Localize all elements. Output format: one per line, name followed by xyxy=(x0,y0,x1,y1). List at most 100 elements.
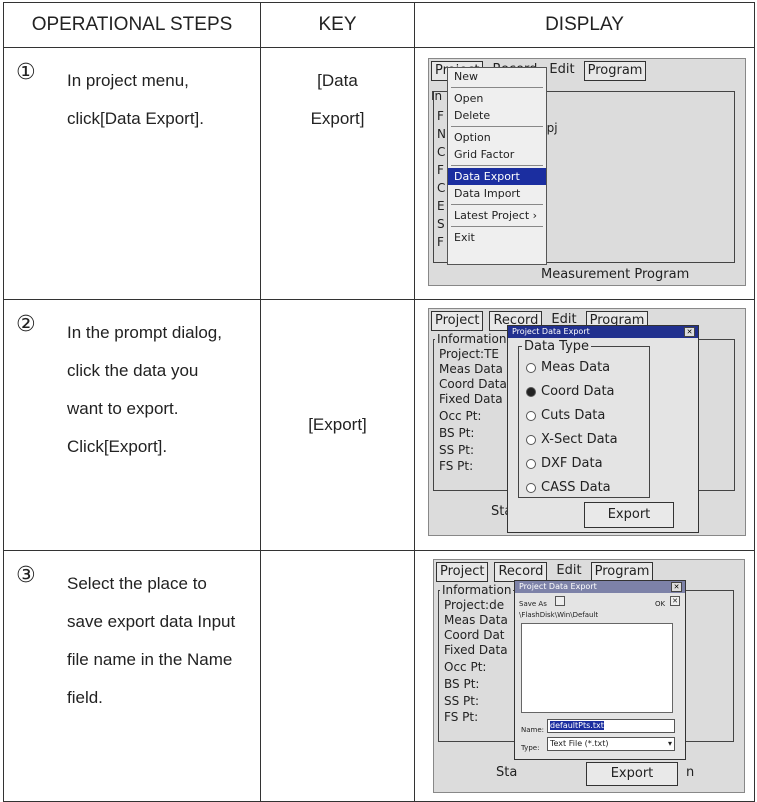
menu-edit[interactable]: Edit xyxy=(553,562,584,582)
menu-item-option[interactable]: Option xyxy=(448,129,546,146)
menu-separator xyxy=(451,165,543,167)
footer-text: Measurement Program xyxy=(541,267,690,283)
menu-item-latest-project[interactable]: Latest Project › xyxy=(448,207,546,224)
menu-item-new[interactable]: New xyxy=(448,68,546,85)
close-icon[interactable]: ✕ xyxy=(671,581,682,592)
info-line: SS Pt: xyxy=(439,443,475,458)
radio-label: DXF Data xyxy=(541,456,603,472)
menu-separator xyxy=(451,204,543,206)
step-1-cell: ① In project menu, click[Data Export]. xyxy=(3,47,261,301)
name-field[interactable]: defaultPts.txt xyxy=(547,718,675,733)
info-line: E xyxy=(437,199,445,214)
header-operational-steps: OPERATIONAL STEPS xyxy=(3,1,261,49)
info-line: Fixed Data xyxy=(439,392,503,407)
step-text: In project menu, click[Data Export]. xyxy=(67,62,259,138)
radio-icon xyxy=(526,458,536,469)
info-line: Coord Dat xyxy=(444,627,505,642)
step-number: ① xyxy=(16,60,36,86)
info-line: F xyxy=(437,109,444,124)
name-label: Name: xyxy=(521,725,545,734)
radio-dxf-data[interactable]: DXF Data xyxy=(526,456,603,471)
info-line: FS Pt: xyxy=(439,459,474,474)
step-line: Select the place to xyxy=(67,573,207,593)
name-value: defaultPts.txt xyxy=(550,720,604,730)
type-value: Text File (*.txt) xyxy=(550,738,609,748)
close-icon[interactable]: ✕ xyxy=(670,595,680,606)
step-number: ② xyxy=(16,312,36,338)
info-line: Occ Pt: xyxy=(444,659,487,674)
step-2-display: Project Record Edit Program Information … xyxy=(414,299,755,551)
folder-up-icon[interactable] xyxy=(555,595,565,606)
info-line: Meas Data xyxy=(439,362,503,377)
radio-label: Cuts Data xyxy=(541,408,606,424)
step-text: Select the place to save export data Inp… xyxy=(67,565,259,717)
menu-record[interactable]: Record xyxy=(494,561,548,582)
step-line: want to export. xyxy=(67,399,179,419)
menu-item-exit[interactable]: Exit xyxy=(448,229,546,246)
dialog-title-bar: Project Data Export ✕ xyxy=(508,326,698,339)
info-line: C xyxy=(437,181,446,196)
device-screen: Project Record Edit Program Information … xyxy=(428,308,746,537)
type-select[interactable]: Text File (*.txt) ▾ xyxy=(547,736,675,751)
menu-item-data-import[interactable]: Data Import xyxy=(448,185,546,202)
radio-meas-data[interactable]: Meas Data xyxy=(526,360,610,375)
step-2-cell: ② In the prompt dialog, click the data y… xyxy=(3,299,261,551)
radio-icon xyxy=(526,434,536,445)
dialog-title: Project Data Export xyxy=(512,327,590,337)
menu-item-delete[interactable]: Delete xyxy=(448,107,546,124)
instruction-table: OPERATIONAL STEPS KEY DISPLAY ① In proje… xyxy=(3,1,755,802)
footer-text: n xyxy=(686,764,695,780)
info-line: Occ Pt: xyxy=(439,409,482,424)
close-icon[interactable]: ✕ xyxy=(684,327,695,338)
menu-project[interactable]: Project xyxy=(431,311,484,332)
step-text: In the prompt dialog, click the data you… xyxy=(67,314,259,466)
key-line: Export] xyxy=(310,109,365,129)
device-screen: Project Record Edit Program In F N C F C… xyxy=(428,58,746,287)
key-line: [Data xyxy=(317,71,358,91)
menu-edit[interactable]: Edit xyxy=(546,61,577,81)
menu-item-open[interactable]: Open xyxy=(448,90,546,107)
current-path: \FlashDisk\Win\Default xyxy=(519,610,599,619)
radio-label: Meas Data xyxy=(541,360,611,376)
device-screen: Project Record Edit Program Information … xyxy=(433,558,745,793)
group-label: Data Type xyxy=(522,339,592,355)
info-line: F xyxy=(437,163,444,178)
info-label: In xyxy=(431,89,443,104)
info-line: C xyxy=(437,145,446,160)
step-line: Click[Export]. xyxy=(67,437,168,457)
menu-program[interactable]: Program xyxy=(583,61,647,82)
radio-icon xyxy=(526,410,536,421)
step-1-key: [Data Export] xyxy=(260,47,415,301)
export-button[interactable]: Export xyxy=(586,761,678,786)
menu-bar: Project Record Edit Program xyxy=(436,561,654,582)
radio-cuts-data[interactable]: Cuts Data xyxy=(526,408,605,423)
step-number: ③ xyxy=(16,562,36,588)
menu-item-grid-factor[interactable]: Grid Factor xyxy=(448,146,546,163)
info-line: Fixed Data xyxy=(444,642,508,657)
menu-program[interactable]: Program xyxy=(590,561,654,582)
file-list[interactable] xyxy=(521,622,673,713)
info-line: SS Pt: xyxy=(444,693,480,708)
info-line: BS Pt: xyxy=(439,426,475,441)
info-line: Project:de xyxy=(444,597,505,612)
dialog-title-bar: Project Data Export ✕ xyxy=(515,580,685,593)
menu-project[interactable]: Project xyxy=(436,561,489,582)
step-line: file name in the Name xyxy=(67,649,233,669)
step-3-display: Project Record Edit Program Information … xyxy=(414,549,755,802)
radio-icon xyxy=(526,362,536,373)
info-line: FS Pt: xyxy=(444,709,479,724)
export-button[interactable]: Export xyxy=(584,502,674,529)
menu-item-data-export[interactable]: Data Export xyxy=(448,168,546,186)
radio-cass-data[interactable]: CASS Data xyxy=(526,480,611,495)
step-line: click[Data Export]. xyxy=(67,109,204,129)
radio-icon xyxy=(526,482,536,493)
radio-coord-data[interactable]: Coord Data xyxy=(526,384,615,399)
radio-label: X-Sect Data xyxy=(541,432,618,448)
step-3-cell: ③ Select the place to save export data I… xyxy=(3,549,261,802)
radio-x-sect-data[interactable]: X-Sect Data xyxy=(526,432,618,447)
ok-button[interactable]: OK xyxy=(655,597,665,612)
radio-selected-icon xyxy=(526,386,536,397)
step-line: In project menu, xyxy=(67,71,189,91)
export-dialog: Project Data Export ✕ Data Type Meas Dat… xyxy=(507,325,699,534)
info-line: Project:TE xyxy=(439,347,500,362)
